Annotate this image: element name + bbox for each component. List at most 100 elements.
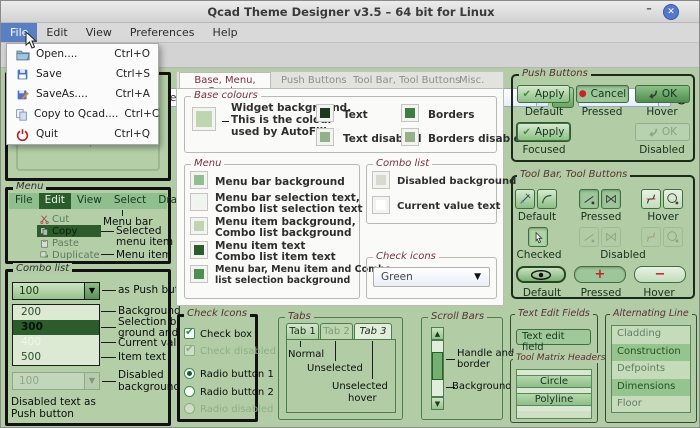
tool-button-pen[interactable]	[515, 189, 535, 209]
matrix-header-polyline[interactable]: Polyline	[517, 393, 591, 406]
matrix-header-circle[interactable]: Circle	[517, 375, 591, 388]
tool-button-line-disabled	[579, 227, 599, 247]
base-colours-title: Base colours	[191, 90, 261, 101]
current-value-text-swatch[interactable]	[373, 197, 389, 213]
tool-button-circle-hover[interactable]	[663, 189, 683, 209]
menu-preferences[interactable]: Preferences	[121, 23, 204, 42]
file-menu-quit[interactable]: Quit Ctrl+Q	[7, 124, 158, 144]
menu-item-bg-swatch[interactable]	[191, 218, 207, 234]
check-icons-select-title: Check icons	[373, 251, 439, 262]
demo-menubar-view[interactable]: View	[71, 193, 108, 209]
tab-misc[interactable]: Misc.	[459, 75, 484, 86]
check-icon-color-combo[interactable]: Green ▼	[373, 267, 490, 287]
minimize-button[interactable]: –	[641, 2, 657, 20]
file-menu-copy-to-qcad[interactable]: Copy to Qcad.... Ctrl+C	[7, 104, 158, 124]
radio-selected[interactable]	[184, 368, 195, 379]
eye-button-checked[interactable]	[516, 266, 566, 283]
demo-menu-item-duplicate[interactable]: Duplicate	[37, 249, 101, 261]
demo-menu-item-copy-selected[interactable]: Copy	[37, 225, 101, 237]
tool-button-spline-disabled	[641, 227, 661, 247]
tool-button-arc[interactable]	[537, 189, 557, 209]
list-item-selected[interactable]: 300	[13, 320, 99, 335]
file-menu-save[interactable]: Save Ctrl+S	[7, 64, 158, 84]
widget-background-swatch[interactable]	[193, 108, 215, 130]
menu-edit[interactable]: Edit	[37, 23, 76, 42]
demo-menu-item-paste[interactable]: Paste	[37, 237, 101, 249]
text-disabled-swatch[interactable]	[317, 129, 333, 145]
selection-bg-swatch[interactable]	[191, 266, 207, 282]
connector	[101, 311, 116, 312]
connector	[222, 121, 229, 122]
text-colour-swatch[interactable]	[317, 105, 333, 121]
demo-tab-2[interactable]: Tab 2	[320, 323, 353, 339]
demo-menubar-file[interactable]: File	[9, 193, 39, 209]
demo-menubar-edit-selected[interactable]: Edit	[39, 193, 71, 209]
ok-arrow-icon	[648, 127, 658, 137]
window-title: Qcad Theme Designer v3.5 – 64 bit for Li…	[1, 5, 700, 19]
connector	[300, 341, 301, 347]
alternating-line-list: Cladding Construction Defpoints Dimensio…	[611, 325, 691, 413]
scroll-down-button[interactable]: ▼	[431, 397, 444, 410]
layer-row-floor[interactable]: Floor	[612, 396, 690, 413]
check-icons-demo-title: Check Icons	[184, 308, 250, 319]
demo-combo[interactable]: 100 ▼	[12, 282, 100, 300]
menu-item-text-swatch[interactable]	[191, 242, 207, 258]
layer-row-construction[interactable]: Construction	[612, 344, 690, 362]
demo-menu-item-cut[interactable]: Cut	[37, 213, 101, 225]
save-as-icon	[15, 87, 30, 102]
tab-base-menu-combo[interactable]: Base, Menu, Combo	[179, 72, 271, 89]
copy-icon	[15, 107, 28, 122]
menubar-bg-label: Menu bar background	[215, 176, 345, 188]
cancel-button-pressed[interactable]: ● Cancel	[576, 85, 629, 103]
text-edit-field[interactable]: Text edit field	[516, 329, 591, 345]
ok-button-hover[interactable]: OK	[635, 85, 690, 103]
demo-tab-1[interactable]: Tab 1	[286, 323, 319, 339]
tool-button-spline-hover[interactable]	[641, 189, 661, 209]
shape-icon	[604, 192, 618, 206]
cap-disabled: Disabled	[639, 144, 685, 156]
scrollbar-handle[interactable]	[432, 352, 443, 380]
combo-arrow-icon[interactable]: ▼	[84, 283, 99, 299]
borders-disabled-swatch[interactable]	[402, 129, 418, 145]
settings-tabbar: Base, Menu, Combo Push Buttons Tool Bar,…	[176, 71, 504, 88]
tool-button-cursor-checked[interactable]	[528, 227, 548, 247]
minus-button-hover[interactable]: −	[634, 266, 686, 283]
apply-button-focused[interactable]: ✔ Apply	[517, 123, 570, 141]
scroll-up-button[interactable]: ▲	[431, 327, 444, 340]
apply-button-default[interactable]: ✔ Apply	[517, 85, 570, 103]
file-menu-saveas[interactable]: SaveAs.... Ctrl+A	[7, 84, 158, 104]
borders-label: Borders	[428, 109, 474, 121]
list-item[interactable]: 200	[13, 305, 99, 320]
disabled-bg-swatch[interactable]	[373, 172, 389, 188]
close-button[interactable]: ✕	[663, 4, 679, 20]
list-item-current[interactable]: 400	[13, 335, 99, 350]
tool-button-line-pressed[interactable]	[579, 189, 599, 209]
menu-item-bg-label-2: Combo list background	[215, 227, 352, 239]
list-item[interactable]: 500	[13, 350, 99, 365]
tab-push-buttons[interactable]: Push Buttons	[281, 75, 347, 86]
text-edit-title: Text Edit Fields	[515, 308, 593, 319]
menu-view[interactable]: View	[77, 23, 121, 42]
widget-bg-label-3: used by AutoFill	[231, 126, 327, 138]
menu-colours-title: Menu	[191, 158, 224, 169]
demo-menubar-select[interactable]: Select	[108, 193, 152, 209]
demo-tab-3[interactable]: Tab 3	[354, 323, 392, 339]
menu-help[interactable]: Help	[204, 23, 247, 42]
layer-row-dimensions[interactable]: Dimensions	[612, 379, 690, 397]
tool-button-shape-pressed[interactable]	[601, 189, 621, 209]
menubar-bg-swatch[interactable]	[191, 172, 207, 188]
tab-toolbar-toolbuttons[interactable]: Tool Bar, Tool Buttons	[353, 75, 460, 86]
plus-button-pressed[interactable]: +	[574, 266, 626, 283]
layer-row-defpoints[interactable]: Defpoints	[612, 361, 690, 379]
radio-unselected[interactable]	[184, 386, 195, 397]
combo-arrow-icon: ▼	[84, 373, 99, 389]
circle-icon	[666, 192, 680, 206]
cap-pressed: Pressed	[582, 106, 623, 118]
arc-icon	[540, 192, 554, 206]
duplicate-icon	[40, 251, 49, 260]
borders-swatch[interactable]	[402, 105, 418, 121]
checkbox-checked[interactable]: ✔	[184, 328, 195, 339]
layer-row-cladding[interactable]: Cladding	[612, 326, 690, 344]
menubar-selection-text-swatch[interactable]	[191, 194, 207, 210]
connector	[372, 341, 373, 379]
